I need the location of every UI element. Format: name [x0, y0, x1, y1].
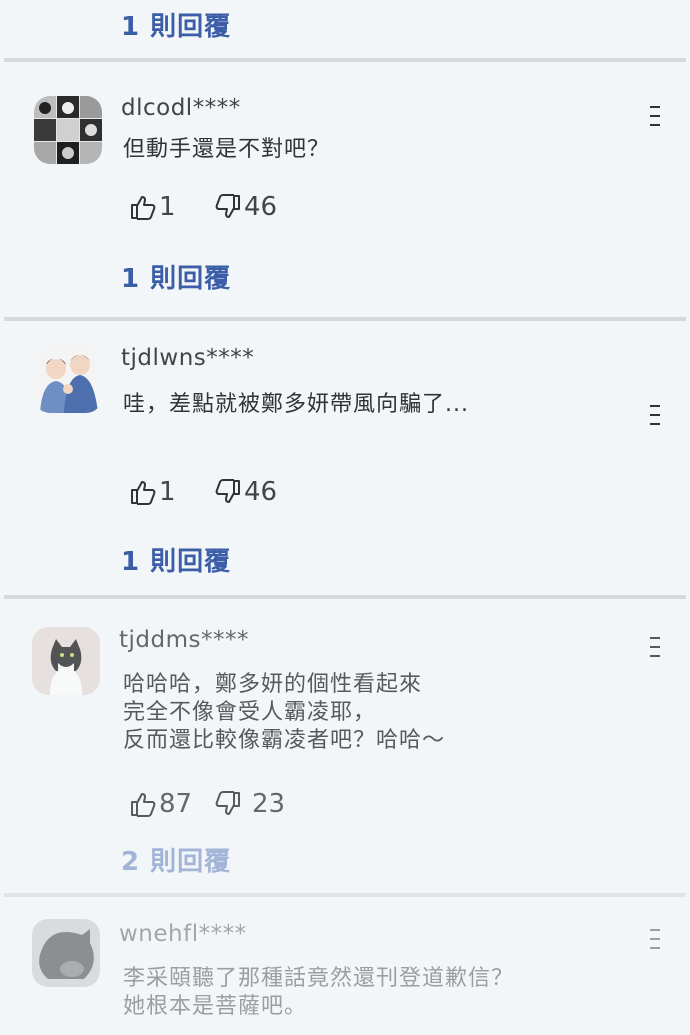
comment-text: 哈哈哈，鄭多妍的個性看起來 完全不像會受人霸凌耶， 反而還比較像霸凌者吧？哈哈～ [123, 672, 446, 753]
dislike-count: 46 [244, 477, 278, 507]
reply-count-link[interactable]: 2 則回覆 [121, 841, 231, 878]
thumbs-down-icon [215, 194, 240, 218]
comment-text: 李采頤聽了那種話竟然還刊登道歉信？ 她根本是菩薩吧。 [123, 966, 515, 1019]
dislike-button[interactable]: 46 [214, 192, 277, 222]
comment-text: 但動手還是不對吧？ [123, 137, 331, 162]
more-menu-icon[interactable] [650, 929, 660, 949]
username[interactable]: dlcodl**** [121, 95, 241, 121]
divider [4, 317, 686, 321]
divider [4, 595, 686, 599]
cat-grid-avatar-image [34, 96, 102, 164]
like-button[interactable]: 1 [129, 192, 176, 222]
black-cat-avatar-image [32, 919, 100, 987]
thumbs-down-icon [215, 479, 240, 503]
avatar[interactable] [32, 919, 100, 987]
like-button[interactable]: 87 [129, 789, 192, 819]
more-menu-icon[interactable] [650, 405, 660, 425]
cat-photo-avatar-image [32, 627, 100, 695]
avatar[interactable] [34, 345, 102, 413]
comment-feed: 1 則回覆 dlcodl**** 但動手還是不對吧？ 1 46 1 則回覆 tj… [0, 0, 690, 1035]
like-count: 1 [159, 477, 176, 507]
like-count: 87 [159, 789, 193, 819]
reply-count-link[interactable]: 1 則回覆 [121, 6, 231, 43]
like-button[interactable]: 1 [129, 477, 176, 507]
thumbs-down-icon [215, 791, 240, 815]
more-menu-icon[interactable] [650, 637, 660, 657]
avatar[interactable] [34, 96, 102, 164]
thumbs-up-icon [131, 793, 156, 817]
dislike-button[interactable]: 23 [214, 789, 285, 819]
couple-illustration-avatar-image [34, 345, 102, 413]
dislike-button[interactable]: 46 [214, 477, 277, 507]
like-count: 1 [159, 192, 176, 222]
username[interactable]: tjdlwns**** [121, 345, 254, 371]
username[interactable]: wnehfl**** [119, 921, 247, 947]
thumbs-up-icon [131, 481, 156, 505]
comment-text: 哇，差點就被鄭多妍帶風向騙了... [123, 392, 469, 417]
dislike-count: 23 [252, 789, 286, 819]
divider [4, 893, 686, 897]
username[interactable]: tjddms**** [119, 627, 249, 653]
reply-count-link[interactable]: 1 則回覆 [121, 258, 231, 295]
divider [4, 58, 686, 62]
dislike-count: 46 [244, 192, 278, 222]
more-menu-icon[interactable] [650, 106, 660, 126]
thumbs-up-icon [131, 196, 156, 220]
avatar[interactable] [32, 627, 100, 695]
reply-count-link[interactable]: 1 則回覆 [121, 541, 231, 578]
